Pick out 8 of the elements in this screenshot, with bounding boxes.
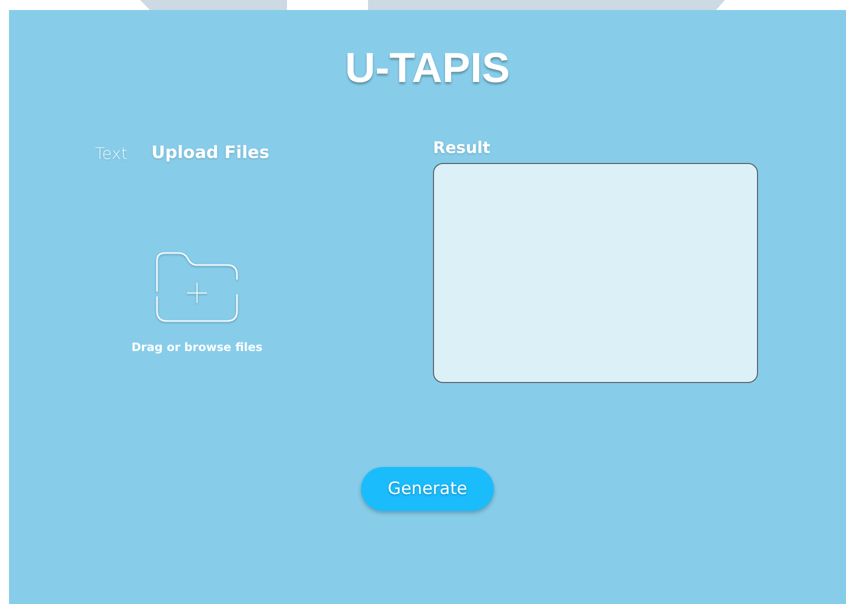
- folder-add-icon[interactable]: [155, 251, 239, 323]
- tab[interactable]: Text: [95, 144, 128, 162]
- result-field[interactable]: [433, 163, 758, 383]
- result-label: Result: [433, 137, 492, 159]
- upload-caption: Drag or browse files: [132, 340, 262, 354]
- generate-button[interactable]: Generate: [361, 467, 494, 511]
- app-title: U-TAPIS: [344, 43, 511, 93]
- tab[interactable]: Upload Files: [151, 143, 270, 163]
